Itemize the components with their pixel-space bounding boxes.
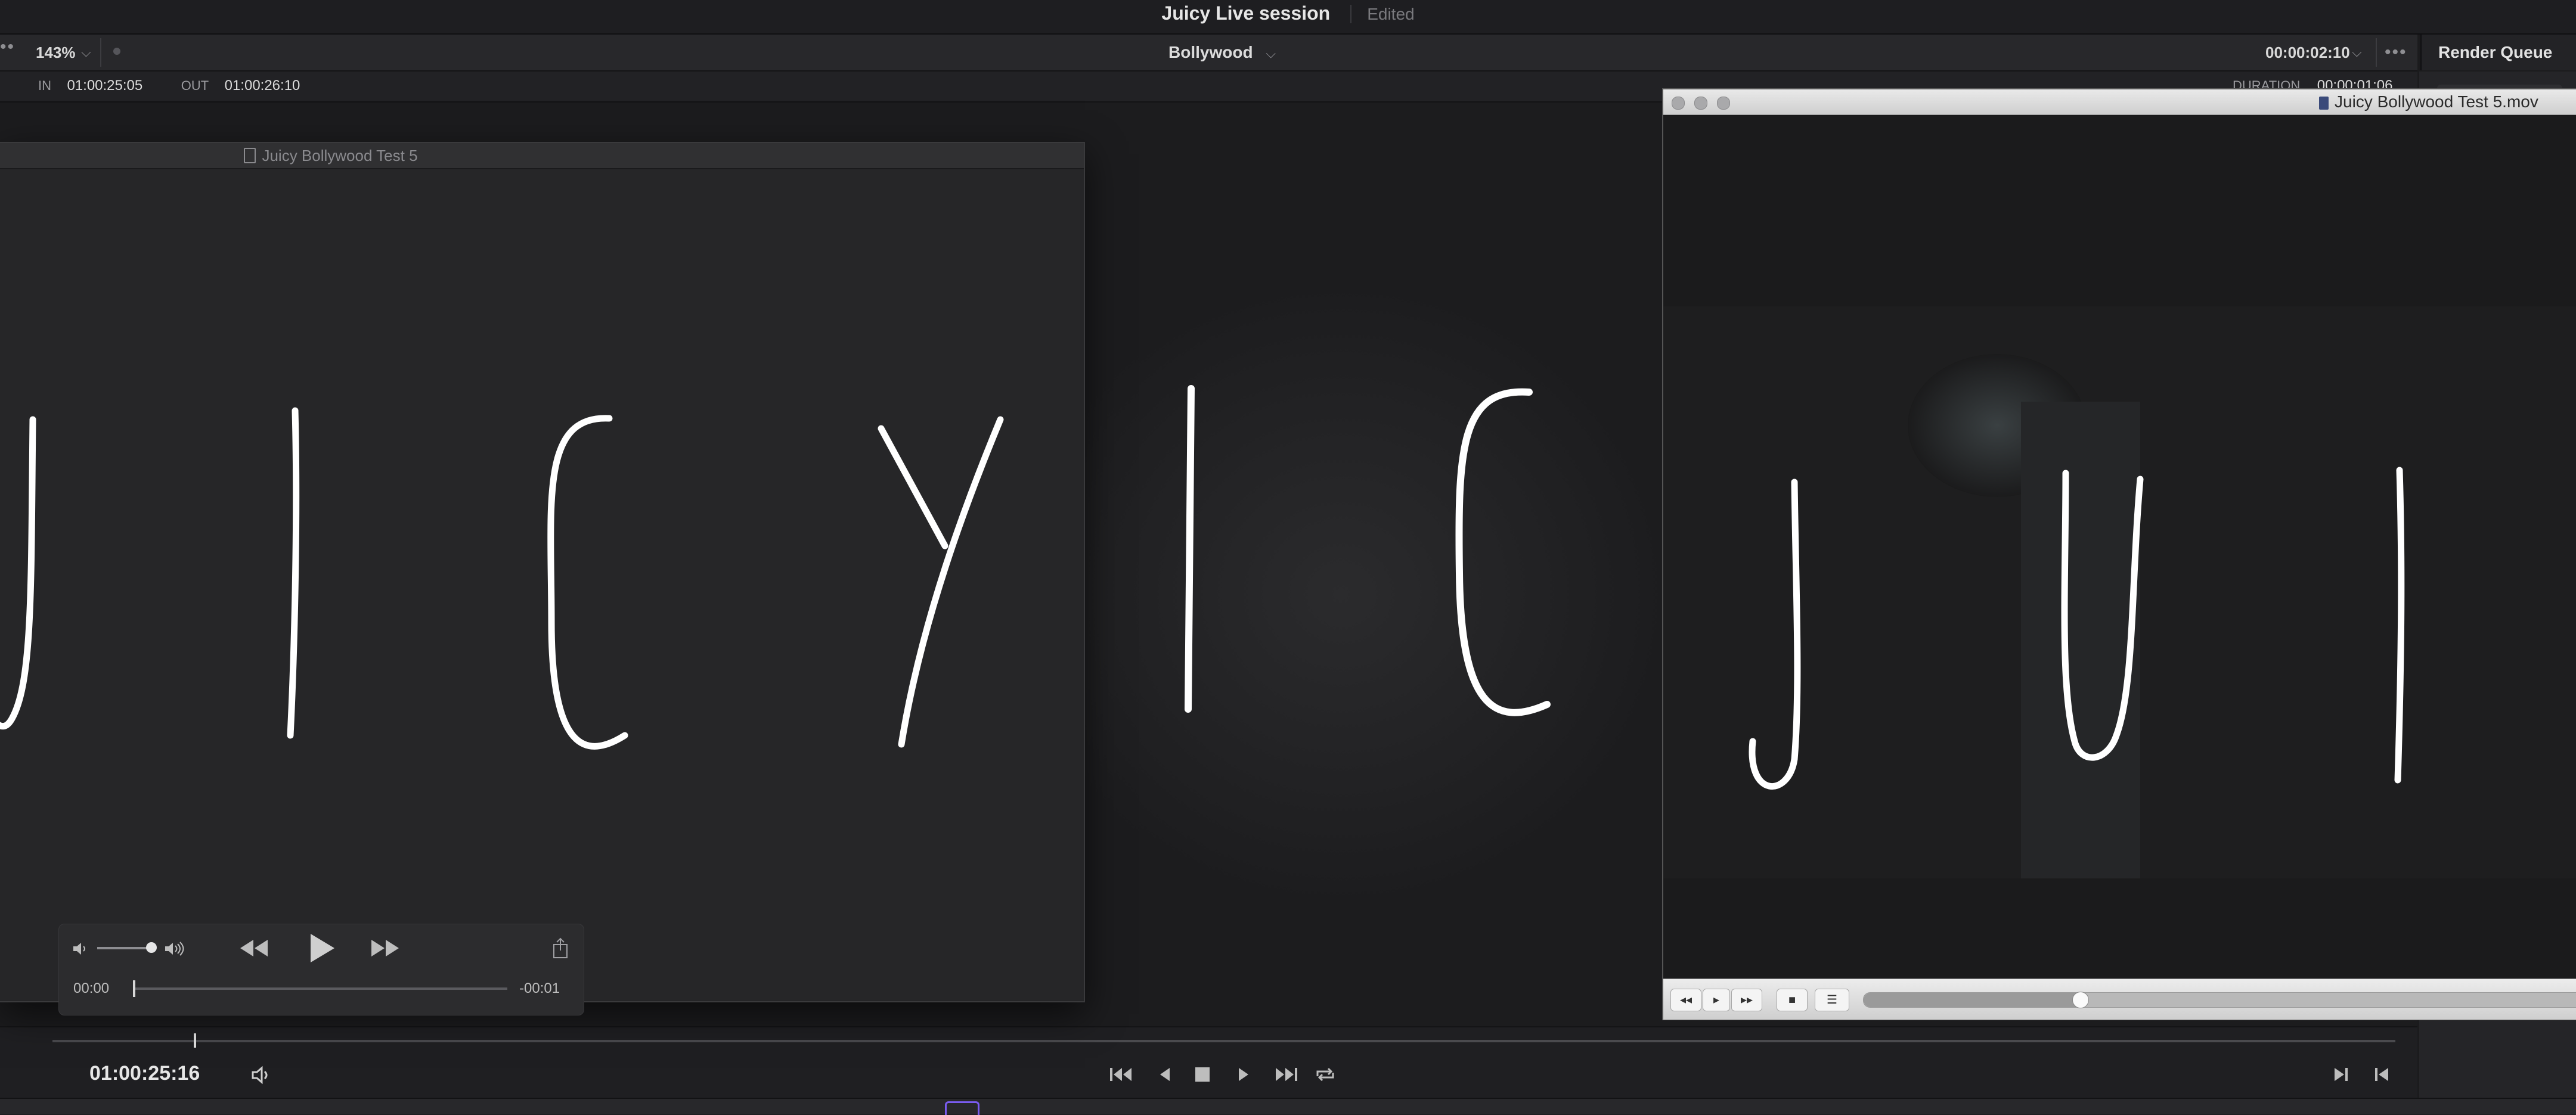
more-options-icon-left[interactable]: •• <box>0 37 15 57</box>
step-back-icon[interactable] <box>1155 1064 1173 1085</box>
transport-bar <box>0 1026 2417 1099</box>
speaker-icon[interactable] <box>249 1064 273 1086</box>
skip-to-start-icon[interactable] <box>1108 1064 1135 1085</box>
progress-track[interactable] <box>133 987 507 990</box>
in-label: IN <box>38 78 51 93</box>
skip-to-end-icon[interactable] <box>1272 1064 1300 1085</box>
chevron-down-icon: ⌵ <box>1266 46 1276 61</box>
edited-status: Edited <box>1350 5 1415 23</box>
chapters-button[interactable]: ☰ <box>1815 989 1849 1011</box>
rewind-icon[interactable] <box>238 936 270 960</box>
quicklook-video-frame <box>0 169 1084 1000</box>
playhead[interactable] <box>194 1033 196 1048</box>
progress-handle[interactable] <box>133 980 135 997</box>
render-queue-title: Render Queue <box>2438 43 2553 61</box>
current-timecode: 01:00:25:16 <box>89 1062 200 1085</box>
letter-i-stroke <box>2394 467 2405 784</box>
zoom-dropdown[interactable]: 143% <box>36 35 76 70</box>
next-edit-icon[interactable] <box>2331 1064 2351 1085</box>
quicktime-progress-track[interactable] <box>1863 992 2576 1008</box>
play-button[interactable]: ▸ <box>1703 989 1730 1011</box>
play-icon[interactable] <box>1234 1064 1252 1085</box>
quicklook-title-text: Juicy Bollywood Test 5 <box>262 147 418 164</box>
play-icon[interactable] <box>306 931 337 965</box>
out-label: OUT <box>181 78 209 93</box>
zoom-button[interactable] <box>1717 97 1730 110</box>
in-out-info: IN 01:00:25:05 OUT 01:00:26:10 <box>38 77 300 94</box>
chevron-down-icon[interactable]: ⌵ <box>81 35 91 70</box>
minimize-button[interactable] <box>1694 97 1707 110</box>
quicklook-video[interactable] <box>0 169 1084 1000</box>
quicklook-title: Juicy Bollywood Test 5 <box>0 143 662 168</box>
letter-i-stroke <box>1185 385 1195 713</box>
indicator-dot <box>113 48 120 55</box>
quicktime-video-frame <box>1663 306 2576 878</box>
share-icon[interactable] <box>550 936 571 960</box>
stop-icon[interactable] <box>1192 1064 1213 1085</box>
volume-high-icon[interactable] <box>163 940 189 958</box>
timeline-name: Bollywood <box>1168 43 1253 61</box>
chevron-down-icon[interactable]: ⌵ <box>2352 35 2362 70</box>
quicktime-title-bar[interactable]: Juicy Bollywood Test 5.mov <box>1663 89 2576 115</box>
out-value: 01:00:26:10 <box>224 77 300 94</box>
in-value: 01:00:25:05 <box>67 77 143 94</box>
quicklook-controls: 00:00 -00:01 <box>58 924 584 1015</box>
divider <box>100 38 101 67</box>
fast-forward-icon[interactable] <box>369 936 401 960</box>
quicklook-window[interactable]: Juicy Bollywood Test 5 00:00 -00:01 <box>0 142 1085 1015</box>
timecode-display[interactable]: 00:00:02:10 <box>2265 35 2350 70</box>
quicktime-progress-fill <box>1864 993 2078 1007</box>
volume-knob[interactable] <box>146 942 157 953</box>
project-title: Juicy Live session <box>1161 2 1331 24</box>
volume-slider[interactable] <box>97 947 152 949</box>
more-options-icon[interactable]: ••• <box>2385 36 2407 69</box>
prev-edit-icon[interactable] <box>2372 1064 2392 1085</box>
quicktime-progress-knob[interactable] <box>2072 992 2089 1008</box>
timeline-dropdown[interactable]: Bollywood ⌵ <box>1168 35 1276 70</box>
remaining-time: -00:01 <box>519 980 560 996</box>
movie-file-icon <box>2319 97 2329 110</box>
quicktime-video[interactable] <box>1663 116 2576 979</box>
quicktime-window[interactable]: Juicy Bollywood Test 5.mov ◂◂ ▸ ▸▸ ■ ☰ <box>1662 88 2576 1020</box>
rewind-button[interactable]: ◂◂ <box>1670 989 1701 1011</box>
quicktime-title: Juicy Bollywood Test 5.mov <box>2319 89 2538 114</box>
stop-button[interactable]: ■ <box>1777 989 1808 1011</box>
elapsed-time: 00:00 <box>73 980 110 996</box>
quicktime-title-text: Juicy Bollywood Test 5.mov <box>2335 92 2538 111</box>
quicktime-controls: ◂◂ ▸ ▸▸ ■ ☰ <box>1663 979 2576 1020</box>
window-title: Juicy Live session Edited <box>0 0 2576 33</box>
volume-low-icon[interactable] <box>71 940 89 958</box>
bottom-toolbar-strip <box>0 1098 2576 1115</box>
loop-icon[interactable] <box>1313 1064 1338 1085</box>
divider <box>2376 38 2377 67</box>
fast-forward-button[interactable]: ▸▸ <box>1731 989 1762 1011</box>
scrub-bar[interactable] <box>52 1040 2395 1042</box>
document-icon <box>244 148 256 163</box>
close-button[interactable] <box>1672 97 1685 110</box>
